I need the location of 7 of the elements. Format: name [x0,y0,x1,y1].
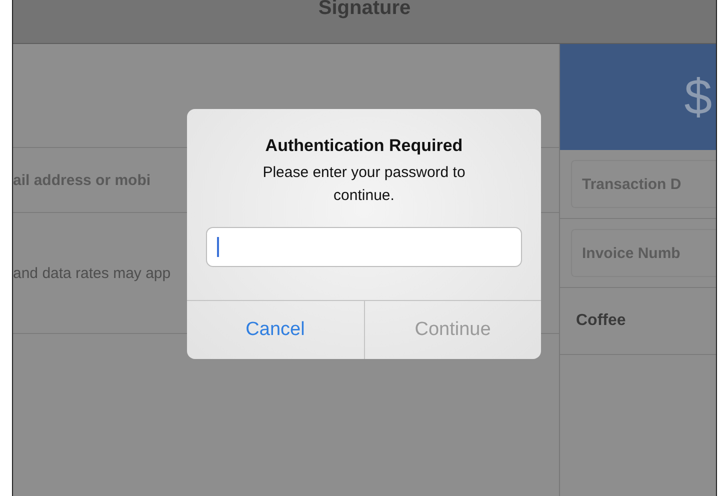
password-field[interactable] [206,227,522,267]
dialog-message: Please enter your password to continue. [262,163,466,206]
cancel-button[interactable]: Cancel [187,301,364,359]
notice-text: and data rates may app [13,264,171,282]
amount-text: $ [684,68,712,126]
dialog-title: Authentication Required [265,136,463,156]
item-name: Coffee [576,312,626,330]
